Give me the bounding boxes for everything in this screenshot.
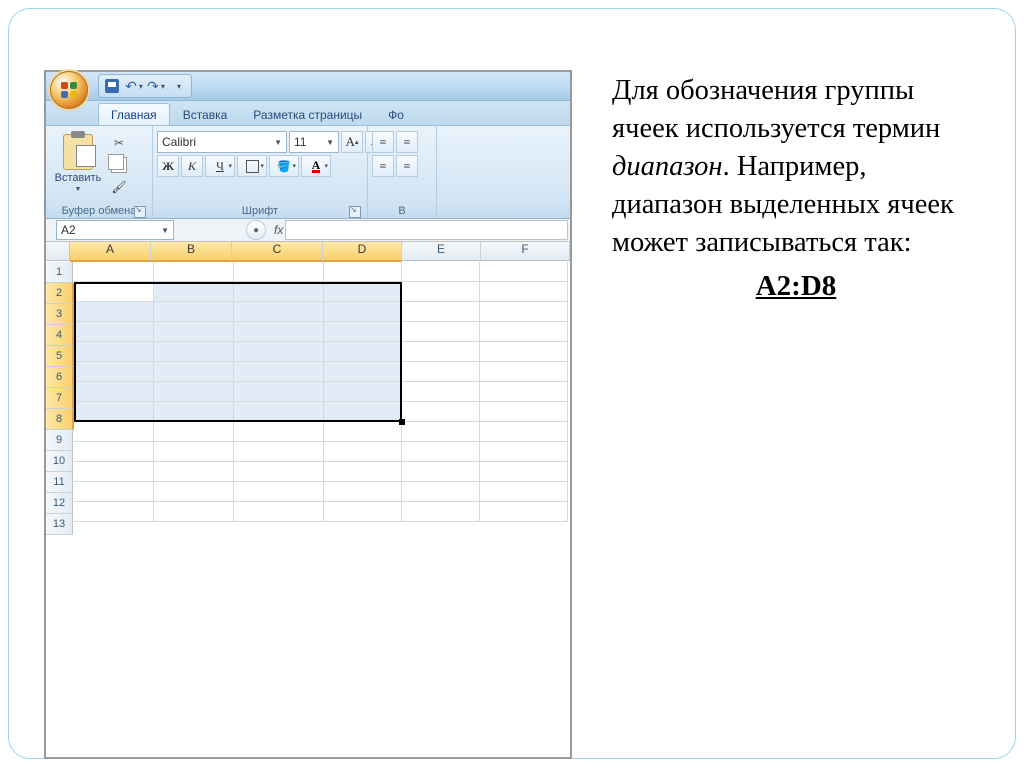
align-left-icon: ≡ (380, 159, 387, 174)
bold-button[interactable]: Ж (157, 155, 179, 177)
grow-font-button[interactable]: A▴ (341, 131, 363, 153)
font-size-combo[interactable]: 11▼ (289, 131, 339, 153)
bucket-icon: 🪣 (277, 160, 291, 173)
row-header-7[interactable]: 7 (46, 388, 74, 409)
select-all-corner[interactable] (46, 242, 70, 261)
paste-icon (63, 134, 93, 170)
row-header-10[interactable]: 10 (46, 451, 73, 472)
tab-formulas-truncated[interactable]: Фо (375, 103, 417, 125)
group-clipboard: Вставить ▼ Буфер обмена (46, 126, 153, 218)
borders-icon (246, 160, 259, 173)
fx-icon[interactable]: fx (274, 223, 283, 237)
name-box-value: A2 (61, 223, 76, 237)
clipboard-dialog-launcher-icon[interactable] (134, 206, 146, 218)
align-middle-icon: ≡ (404, 135, 411, 150)
term-range: диапазон (612, 151, 723, 182)
borders-button[interactable] (237, 155, 267, 177)
tab-home[interactable]: Главная (98, 103, 170, 125)
title-bar (46, 72, 570, 101)
name-box-dropdown-icon[interactable]: ▼ (161, 226, 169, 235)
spreadsheet-grid: A B C D E F 1 2 3 4 5 6 7 8 (46, 242, 570, 535)
circle-icon: ● (253, 225, 259, 236)
font-dialog-launcher-icon[interactable] (349, 206, 361, 218)
col-header-c[interactable]: C (232, 242, 323, 262)
row-headers: 1 2 3 4 5 6 7 8 9 10 11 12 13 (46, 262, 74, 535)
row-header-1[interactable]: 1 (46, 262, 73, 283)
align-top-button[interactable]: ≡ (372, 131, 394, 153)
tab-page-layout[interactable]: Разметка страницы (240, 103, 375, 125)
redo-icon[interactable] (149, 79, 163, 93)
paragraph-range-definition: Для обозначения группы ячеек используетс… (612, 72, 980, 261)
copy-icon (111, 157, 127, 173)
excel-screenshot: Главная Вставка Разметка страницы Фо Вст… (44, 70, 572, 759)
format-painter-button[interactable] (108, 177, 130, 197)
name-box[interactable]: A2 ▼ (56, 220, 174, 240)
row-header-4[interactable]: 4 (46, 325, 74, 346)
column-headers: A B C D E F (70, 242, 570, 262)
slide-content: Главная Вставка Разметка страницы Фо Вст… (8, 8, 1016, 759)
group-clipboard-label: Буфер обмена (50, 204, 148, 218)
underline-button[interactable]: Ч (205, 155, 235, 177)
cut-button[interactable] (108, 133, 130, 153)
office-logo-icon (61, 82, 77, 98)
row-header-13[interactable]: 13 (46, 514, 73, 535)
fill-color-button[interactable]: 🪣 (269, 155, 299, 177)
undo-icon[interactable] (127, 79, 141, 93)
row-header-2[interactable]: 2 (46, 283, 74, 304)
range-notation: A2:D8 (612, 267, 980, 306)
paste-button[interactable]: Вставить ▼ (50, 131, 106, 196)
row-header-6[interactable]: 6 (46, 367, 74, 388)
office-button[interactable] (50, 71, 88, 109)
align-top-icon: ≡ (380, 135, 387, 150)
row-header-9[interactable]: 9 (46, 430, 73, 451)
col-header-a[interactable]: A (70, 242, 151, 262)
formula-bar-row: A2 ▼ ● fx (46, 219, 570, 242)
paste-label: Вставить (55, 172, 102, 184)
group-alignment: ≡ ≡ ≡ ≡ В (368, 126, 437, 218)
copy-button[interactable] (108, 155, 130, 175)
row-header-12[interactable]: 12 (46, 493, 73, 514)
tab-insert[interactable]: Вставка (170, 103, 241, 125)
col-header-d[interactable]: D (323, 242, 402, 262)
font-color-icon: A (312, 160, 321, 173)
align-center-icon: ≡ (404, 159, 411, 174)
group-font: Calibri▼ 11▼ A▴ A▾ Ж К Ч 🪣 A (153, 126, 368, 218)
brush-icon (111, 180, 126, 194)
row-header-3[interactable]: 3 (46, 304, 74, 325)
formula-input[interactable] (285, 220, 568, 240)
explanation-text: Для обозначения группы ячеек используетс… (612, 70, 980, 759)
ribbon: Вставить ▼ Буфер обмена (46, 126, 570, 219)
col-header-e[interactable]: E (402, 242, 481, 261)
cell-area[interactable] (74, 262, 568, 535)
group-alignment-label: В (372, 204, 432, 218)
selection-fill-handle[interactable] (399, 419, 405, 425)
italic-button[interactable]: К (181, 155, 203, 177)
ribbon-tabs: Главная Вставка Разметка страницы Фо (46, 101, 570, 126)
group-font-label: Шрифт (157, 204, 363, 218)
col-header-f[interactable]: F (481, 242, 570, 261)
align-middle-button[interactable]: ≡ (396, 131, 418, 153)
row-header-5[interactable]: 5 (46, 346, 74, 367)
row-header-8[interactable]: 8 (46, 409, 74, 430)
cut-icon (114, 136, 124, 150)
align-center-button[interactable]: ≡ (396, 155, 418, 177)
row-header-11[interactable]: 11 (46, 472, 73, 493)
font-color-button[interactable]: A (301, 155, 331, 177)
cell-a2[interactable] (74, 282, 154, 302)
save-icon[interactable] (105, 79, 119, 93)
cancel-formula-button[interactable]: ● (246, 220, 266, 240)
font-name-combo[interactable]: Calibri▼ (157, 131, 287, 153)
col-header-b[interactable]: B (151, 242, 232, 262)
quick-access-toolbar (98, 74, 192, 98)
qat-customize-icon[interactable] (171, 79, 185, 93)
align-left-button[interactable]: ≡ (372, 155, 394, 177)
